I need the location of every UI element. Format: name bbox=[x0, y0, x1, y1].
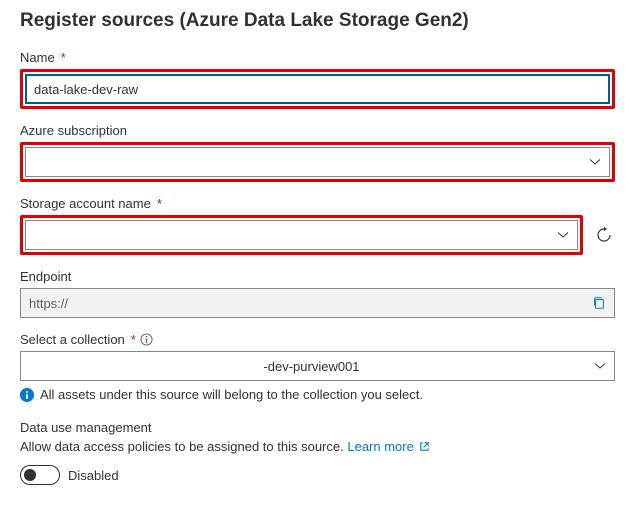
endpoint-value: https:// bbox=[21, 296, 584, 311]
collection-hint: All assets under this source will belong… bbox=[40, 387, 423, 402]
field-subscription: Azure subscription bbox=[20, 123, 615, 182]
info-filled-icon bbox=[20, 388, 34, 402]
chevron-down-icon bbox=[589, 156, 601, 168]
chevron-down-icon bbox=[594, 360, 606, 372]
highlight-name bbox=[20, 69, 615, 109]
collection-select[interactable]: -dev-purview001 bbox=[20, 351, 615, 381]
field-endpoint: Endpoint https:// bbox=[20, 269, 615, 318]
chevron-down-icon bbox=[557, 229, 569, 241]
required-asterisk: * bbox=[61, 50, 66, 65]
subscription-label: Azure subscription bbox=[20, 123, 127, 138]
learn-more-link[interactable]: Learn more bbox=[347, 439, 430, 454]
highlight-subscription bbox=[20, 142, 615, 182]
external-link-icon bbox=[419, 440, 430, 455]
info-icon[interactable] bbox=[140, 333, 154, 347]
field-storage-account: Storage account name * bbox=[20, 196, 615, 255]
required-asterisk: * bbox=[157, 196, 162, 211]
storage-account-label: Storage account name bbox=[20, 196, 151, 211]
refresh-button[interactable] bbox=[593, 224, 615, 246]
page-title: Register sources (Azure Data Lake Storag… bbox=[20, 10, 615, 32]
data-use-toggle[interactable] bbox=[20, 465, 60, 485]
data-use-heading: Data use management bbox=[20, 420, 615, 435]
collection-label: Select a collection bbox=[20, 332, 125, 347]
toggle-row: Disabled bbox=[20, 465, 615, 485]
endpoint-box: https:// bbox=[20, 288, 615, 318]
field-collection: Select a collection * -dev-purview001 A bbox=[20, 332, 615, 402]
collection-hint-row: All assets under this source will belong… bbox=[20, 387, 615, 402]
storage-account-select[interactable] bbox=[25, 220, 578, 250]
data-use-desc-row: Allow data access policies to be assigne… bbox=[20, 439, 615, 455]
name-label: Name bbox=[20, 50, 55, 65]
name-input[interactable] bbox=[25, 74, 610, 104]
highlight-storage-account bbox=[20, 215, 583, 255]
collection-value: -dev-purview001 bbox=[29, 359, 594, 374]
toggle-knob bbox=[24, 469, 36, 481]
toggle-state-label: Disabled bbox=[68, 468, 119, 483]
field-name: Name * bbox=[20, 50, 615, 109]
required-asterisk: * bbox=[131, 332, 136, 347]
endpoint-label: Endpoint bbox=[20, 269, 71, 284]
subscription-select[interactable] bbox=[25, 147, 610, 177]
copy-button[interactable] bbox=[584, 289, 614, 317]
data-use-desc: Allow data access policies to be assigne… bbox=[20, 439, 344, 454]
